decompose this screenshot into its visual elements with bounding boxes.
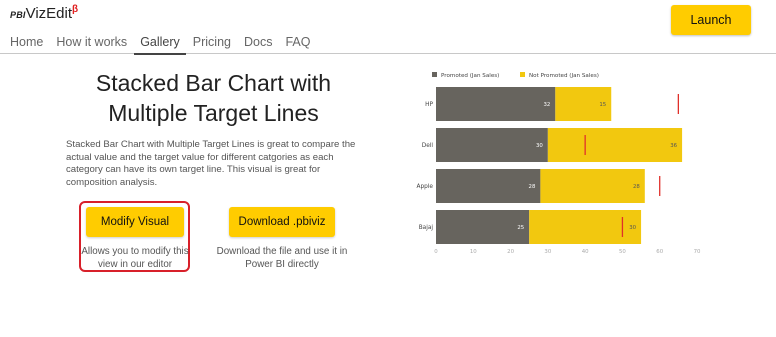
category-label: Bajaj: [419, 225, 434, 231]
data-label: 32: [543, 102, 550, 108]
x-tick-label: 10: [470, 249, 477, 255]
beta-badge: β: [72, 4, 79, 15]
download-pbiviz-caption: Download the file and use it in Power BI…: [216, 246, 348, 270]
category-label: Dell: [422, 143, 434, 149]
nav-item-how-it-works[interactable]: How it works: [50, 33, 133, 55]
logo[interactable]: PBIVizEditβ: [10, 4, 78, 22]
nav-item-home[interactable]: Home: [10, 33, 49, 55]
header: PBIVizEditβ Home How it works Gallery Pr…: [0, 0, 776, 55]
x-tick-label: 40: [582, 249, 589, 255]
logo-text: VizEdit: [25, 5, 73, 22]
data-label: 30: [629, 225, 636, 231]
nav-bar: Home How it works Gallery Pricing Docs F…: [10, 33, 318, 55]
data-label: 15: [599, 102, 606, 108]
x-tick-label: 70: [694, 249, 701, 255]
bar-segment: [436, 210, 530, 244]
modify-visual-caption: Allows you to modify this view in our ed…: [81, 246, 189, 270]
visual-description: Stacked Bar Chart with Multiple Target L…: [66, 139, 356, 188]
legend-swatch: [432, 72, 437, 77]
modify-visual-button[interactable]: Modify Visual: [86, 207, 184, 237]
nav-item-pricing[interactable]: Pricing: [187, 33, 237, 55]
bar-segment: [436, 169, 541, 203]
bar-segment: [547, 128, 683, 162]
bar-segment: [436, 87, 556, 121]
x-tick-label: 60: [656, 249, 663, 255]
stacked-bar-chart: Promoted (Jan Sales) Not Promoted (Jan Sa…: [416, 72, 701, 255]
x-tick-label: 30: [544, 249, 551, 255]
category-label: HP: [425, 102, 433, 108]
launch-button[interactable]: Launch: [671, 5, 751, 35]
bar-segment: [540, 169, 645, 203]
logo-prefix: PBI: [10, 10, 26, 20]
nav-item-gallery[interactable]: Gallery: [134, 33, 186, 55]
data-label: 30: [536, 143, 543, 149]
data-label: 28: [633, 184, 640, 190]
legend-label: Not Promoted (Jan Sales): [529, 73, 599, 79]
page-title-line-2: Multiple Target Lines: [108, 100, 319, 126]
page-title: Stacked Bar Chart with Multiple Target L…: [66, 68, 361, 128]
data-label: 25: [517, 225, 524, 231]
data-label: 28: [529, 184, 536, 190]
x-tick-label: 50: [619, 249, 626, 255]
x-tick-label: 20: [507, 249, 514, 255]
category-label: Apple: [416, 184, 433, 190]
legend-label: Promoted (Jan Sales): [441, 73, 499, 79]
bar-segment: [529, 210, 642, 244]
x-tick-label: 0: [434, 249, 438, 255]
legend-swatch: [520, 72, 525, 77]
bar-segment: [436, 128, 548, 162]
page-title-line-1: Stacked Bar Chart with: [95, 70, 332, 96]
data-label: 36: [670, 143, 677, 149]
nav-item-faq[interactable]: FAQ: [279, 33, 316, 55]
download-pbiviz-button[interactable]: Download .pbiviz: [229, 207, 335, 237]
nav-item-docs[interactable]: Docs: [238, 33, 278, 55]
